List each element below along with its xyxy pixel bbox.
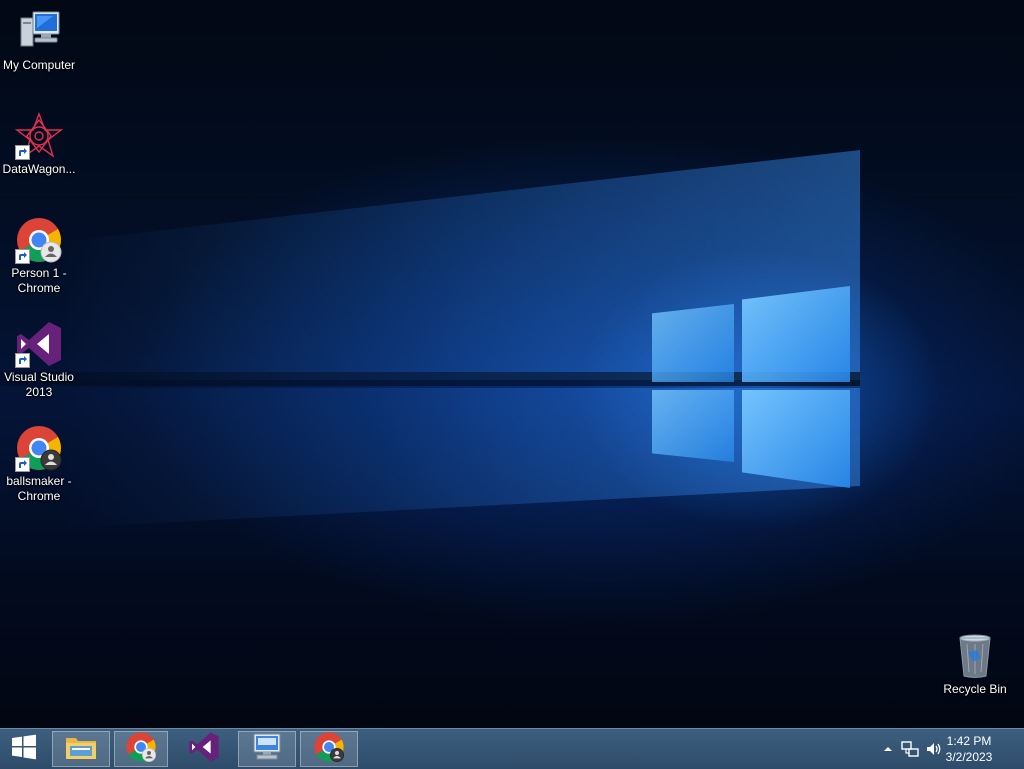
recycle-bin-icon xyxy=(951,632,999,680)
desktop-icon-label: Recycle Bin xyxy=(943,682,1007,696)
desktop-icon-ballsmaker-chrome[interactable]: ballsmaker - Chrome xyxy=(0,424,78,504)
wallpaper-window-pane xyxy=(652,304,734,382)
wallpaper-window-pane xyxy=(742,390,850,488)
desktop-icon-datawagon[interactable]: DataWagon... xyxy=(0,112,78,177)
wallpaper-window-pane xyxy=(652,390,734,462)
taskbar-file-explorer[interactable] xyxy=(52,731,110,767)
desktop-icon-label: My Computer xyxy=(2,58,76,72)
clock[interactable]: 1:42 PM 3/2/2023 xyxy=(934,733,1004,765)
system-tray: 1:42 PM 3/2/2023 xyxy=(864,729,1024,769)
clock-time: 1:42 PM xyxy=(946,734,992,748)
clock-date: 3/2/2023 xyxy=(945,750,993,764)
chrome-icon xyxy=(125,731,157,767)
datawagon-icon xyxy=(14,112,64,160)
chrome-icon xyxy=(15,424,63,472)
chevron-up-icon[interactable] xyxy=(878,739,898,759)
taskbar-chrome-ballsmaker[interactable] xyxy=(300,731,358,767)
start-button[interactable] xyxy=(0,731,48,767)
desktop-icon-visual-studio[interactable]: Visual Studio 2013 xyxy=(0,320,78,400)
file-explorer-icon xyxy=(64,732,98,766)
shortcut-arrow-icon xyxy=(15,353,30,368)
desktop-icon-recycle-bin[interactable]: Recycle Bin xyxy=(936,632,1014,697)
chrome-icon xyxy=(313,731,345,767)
shortcut-arrow-icon xyxy=(15,145,30,160)
visual-studio-icon xyxy=(188,731,220,767)
desktop-icon-label: DataWagon... xyxy=(2,162,76,176)
desktop-icon-label: ballsmaker - Chrome xyxy=(6,474,72,503)
keyboard-monitor-icon xyxy=(250,732,284,766)
desktop-icon-label: Person 1 - Chrome xyxy=(11,266,67,295)
shortcut-arrow-icon xyxy=(15,249,30,264)
computer-icon xyxy=(15,8,63,56)
wallpaper-window-pane xyxy=(742,286,850,382)
chrome-icon xyxy=(15,216,63,264)
desktop-icon-my-computer[interactable]: My Computer xyxy=(0,8,78,73)
taskbar-chrome-person1[interactable] xyxy=(114,731,168,767)
taskbar-keyboard-app[interactable] xyxy=(238,731,296,767)
desktop: My Computer DataWagon... Person 1 - Chro… xyxy=(0,0,1024,728)
windows-logo-icon xyxy=(10,733,38,765)
taskbar-visual-studio[interactable] xyxy=(176,731,232,767)
visual-studio-icon xyxy=(15,320,63,368)
wallpaper-beam xyxy=(60,388,860,528)
wallpaper-beam xyxy=(60,150,860,380)
taskbar: 1:42 PM 3/2/2023 xyxy=(0,728,1024,769)
network-icon[interactable] xyxy=(900,739,920,759)
shortcut-arrow-icon xyxy=(15,457,30,472)
desktop-icon-label: Visual Studio 2013 xyxy=(4,370,74,399)
desktop-icon-person1-chrome[interactable]: Person 1 - Chrome xyxy=(0,216,78,296)
